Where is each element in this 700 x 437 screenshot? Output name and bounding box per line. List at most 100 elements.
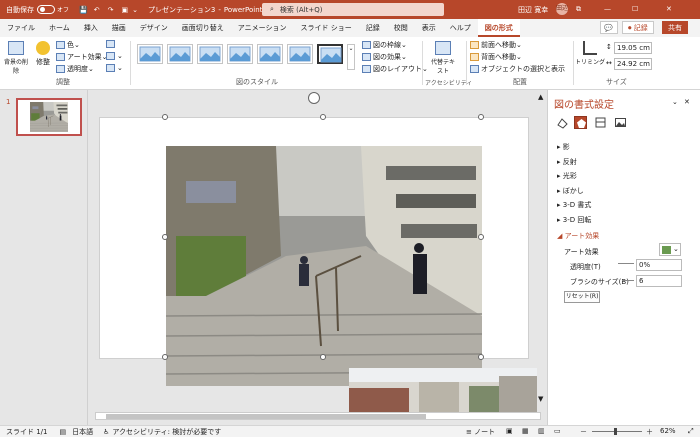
artistic-effects-button[interactable]: アート効果 ⌄ (56, 52, 107, 62)
bring-forward-button[interactable]: 前面へ移動 ⌄ (470, 40, 522, 50)
zoom-level[interactable]: 62% (660, 427, 676, 435)
tab-home[interactable]: ホーム (42, 19, 77, 37)
fit-slide-icon[interactable]: ⤢ (688, 427, 694, 436)
horizontal-scroll-thumb[interactable] (106, 414, 426, 419)
spelling-icon[interactable]: ▤ (60, 428, 67, 436)
resize-handle[interactable] (162, 354, 168, 360)
slideshow-view-icon[interactable]: ▭ (554, 427, 561, 435)
transparency-input[interactable]: 0% (636, 259, 682, 271)
brush-size-slider[interactable] (622, 280, 634, 281)
pane-section[interactable]: ▸ 影 (557, 142, 570, 152)
undo-icon[interactable]: ↶ (94, 6, 100, 14)
tab-picture-format[interactable]: 図の形式 (477, 19, 520, 37)
redo-icon[interactable]: ↷ (108, 6, 114, 14)
reset-picture-button[interactable]: ⌄ (106, 64, 123, 72)
picture-tab-icon[interactable] (614, 116, 627, 129)
tab-insert[interactable]: 挿入 (77, 19, 105, 37)
selected-picture[interactable] (166, 146, 482, 386)
resize-handle[interactable] (478, 114, 484, 120)
picture-style-preset[interactable] (317, 44, 343, 64)
picture-border-button[interactable]: 図の枠線 ⌄ (362, 40, 407, 50)
resize-handle[interactable] (162, 234, 168, 240)
picture-style-preset[interactable] (137, 44, 163, 64)
pane-section[interactable]: ▸ ぼかし (557, 186, 584, 196)
size-properties-icon[interactable] (594, 116, 607, 129)
resize-handle[interactable] (478, 354, 484, 360)
picture-style-preset[interactable] (227, 44, 253, 64)
tab-review[interactable]: 校閲 (387, 19, 415, 37)
vertical-scrollbar[interactable]: ▲ ▼ (537, 90, 545, 412)
resize-handle[interactable] (320, 114, 326, 120)
tab-record[interactable]: 記録 (359, 19, 387, 37)
resize-handle[interactable] (162, 114, 168, 120)
transparency-slider[interactable] (618, 263, 634, 264)
effects-tab-icon[interactable] (574, 116, 587, 129)
offslide-picture[interactable] (349, 368, 537, 414)
accessibility-icon[interactable]: ♿ (103, 428, 109, 436)
pane-options-icon[interactable]: ⌄ (672, 98, 678, 106)
zoom-slider[interactable] (592, 428, 642, 435)
zoom-slider-thumb[interactable] (614, 428, 617, 435)
maximize-button[interactable]: ☐ (632, 5, 638, 13)
picture-style-preset[interactable] (287, 44, 313, 64)
reading-view-icon[interactable]: ▥ (538, 427, 545, 435)
language[interactable]: 日本語 (72, 427, 93, 437)
record-button[interactable]: ⏺ 記録 (622, 21, 654, 34)
brush-size-input[interactable]: 6 (636, 275, 682, 287)
selection-pane-button[interactable]: オブジェクトの選択と表示 (470, 64, 565, 74)
send-backward-button[interactable]: 背面へ移動 ⌄ (470, 52, 522, 62)
save-icon[interactable]: 💾 (79, 6, 88, 14)
tab-transitions[interactable]: 画面切り替え (175, 19, 231, 37)
pane-section[interactable]: ▸ 光彩 (557, 171, 577, 181)
change-picture-button[interactable]: ⌄ (106, 52, 123, 60)
transparency-button[interactable]: 透明度 ⌄ (56, 64, 94, 74)
reset-button[interactable]: リセット(R) (564, 291, 600, 303)
autosave-toggle[interactable] (37, 5, 55, 14)
picture-layout-button[interactable]: 図のレイアウト ⌄ (362, 64, 428, 74)
accessibility-status[interactable]: アクセシビリティ: 検討が必要です (112, 427, 221, 437)
styles-more-button[interactable]: ⌄ (347, 44, 355, 70)
tab-slideshow[interactable]: スライド ショー (294, 19, 359, 37)
picture-style-preset[interactable] (167, 44, 193, 64)
tab-animations[interactable]: アニメーション (231, 19, 294, 37)
height-input[interactable]: 19.05 cm (614, 42, 652, 54)
pane-section[interactable]: ▸ 反射 (557, 157, 577, 167)
minimize-button[interactable]: — (604, 5, 611, 13)
pane-close-button[interactable]: ✕ (684, 98, 690, 106)
art-effect-dropdown[interactable]: ⌄ (659, 243, 681, 256)
remove-background-button[interactable]: 背景の削除 (4, 41, 28, 75)
tab-design[interactable]: デザイン (133, 19, 175, 37)
color-button[interactable]: 色 ⌄ (56, 40, 80, 50)
slideshow-icon[interactable]: ▣ (121, 6, 128, 14)
avatar[interactable]: 田辺 (556, 3, 568, 15)
zoom-in-button[interactable]: ＋ (646, 427, 653, 437)
rotate-handle[interactable] (308, 92, 320, 104)
zoom-out-button[interactable]: － (580, 427, 587, 437)
close-button[interactable]: ✕ (666, 5, 672, 13)
scroll-down-icon[interactable]: ▼ (538, 395, 543, 403)
resize-handle[interactable] (478, 234, 484, 240)
ribbon-display-icon[interactable]: ⧉ (576, 5, 581, 14)
notes-button[interactable]: ≡ ノート (466, 427, 495, 437)
width-input[interactable]: 24.92 cm (614, 58, 652, 70)
fill-line-icon[interactable] (556, 116, 569, 129)
tab-view[interactable]: 表示 (415, 19, 443, 37)
slide-sorter-icon[interactable]: ▦ (522, 427, 529, 435)
section-artistic-effects[interactable]: ◢ アート効果 (557, 231, 599, 241)
compress-pictures-button[interactable] (106, 40, 117, 48)
picture-effects-button[interactable]: 図の効果 ⌄ (362, 52, 407, 62)
picture-style-preset[interactable] (197, 44, 223, 64)
slide-thumbnail[interactable] (16, 98, 82, 136)
scroll-up-icon[interactable]: ▲ (538, 93, 543, 101)
crop-button[interactable]: トリミング (575, 41, 605, 66)
tab-file[interactable]: ファイル (0, 19, 42, 37)
picture-style-preset[interactable] (257, 44, 283, 64)
search-box[interactable]: ⌕ 検索 (Alt+Q) (262, 3, 444, 16)
corrections-button[interactable]: 修整 (34, 41, 52, 67)
comments-button[interactable]: 💬 (600, 21, 618, 34)
pane-section[interactable]: ▸ 3-D 回転 (557, 215, 591, 225)
normal-view-icon[interactable]: ▣ (506, 427, 513, 435)
customize-qat-icon[interactable]: ⌄ (132, 6, 138, 14)
alt-text-button[interactable]: 代替テキスト (430, 41, 456, 75)
share-button[interactable]: 共有 (662, 21, 688, 34)
